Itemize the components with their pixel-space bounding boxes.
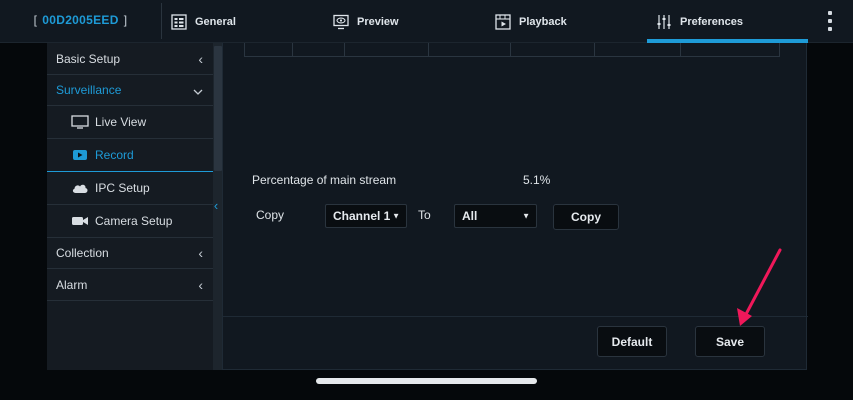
sidebar-item-ipc-setup[interactable]: IPC Setup xyxy=(47,172,213,205)
grid-cell xyxy=(344,43,428,56)
tab-preferences[interactable]: Preferences xyxy=(656,0,743,43)
tab-preferences-label: Preferences xyxy=(680,15,743,28)
grid-cell xyxy=(292,43,344,56)
footer-divider xyxy=(223,316,808,317)
tab-general-label: General xyxy=(195,15,236,28)
default-button[interactable]: Default xyxy=(597,326,667,357)
copy-to-select[interactable]: All ▼ xyxy=(454,204,537,228)
sidebar-item-label: Record xyxy=(95,148,134,162)
copy-label: Copy xyxy=(256,208,285,222)
record-icon xyxy=(71,148,89,162)
device-id-button[interactable]: [ 00D2005EED ] xyxy=(24,6,137,34)
sidebar-item-record[interactable]: Record xyxy=(47,139,213,172)
app-root: [ 00D2005EED ] General Preview Playback xyxy=(0,0,853,400)
to-label: To xyxy=(418,208,431,222)
schedule-grid-remnant xyxy=(244,43,780,57)
film-icon xyxy=(495,13,511,30)
sidebar-item-label: Surveillance xyxy=(56,83,122,97)
sidebar-item-surveillance[interactable]: Surveillance xyxy=(47,75,213,106)
divider xyxy=(161,3,162,39)
sidebar-item-label: Basic Setup xyxy=(56,51,121,66)
sidebar-item-live-view[interactable]: Live View xyxy=(47,106,213,139)
grid-cell xyxy=(680,43,780,56)
grid-cell xyxy=(510,43,594,56)
home-indicator[interactable] xyxy=(316,378,537,384)
copy-from-value: Channel 1 xyxy=(333,209,391,223)
device-id-label: 00D2005EED xyxy=(42,13,119,27)
sidebar-item-camera-setup[interactable]: Camera Setup xyxy=(47,205,213,238)
more-dot xyxy=(828,11,832,15)
grid-icon xyxy=(171,13,187,30)
more-dot xyxy=(828,27,832,31)
sidebar-scroll-thumb[interactable] xyxy=(214,46,222,171)
tab-playback-label: Playback xyxy=(519,15,567,28)
percentage-value: 5.1% xyxy=(523,173,551,187)
grid-cell xyxy=(594,43,680,56)
top-nav-bar: [ 00D2005EED ] General Preview Playback xyxy=(0,0,853,43)
percentage-label: Percentage of main stream xyxy=(252,173,397,187)
more-dot xyxy=(828,19,832,23)
record-settings-panel: Percentage of main stream 5.1% Copy Chan… xyxy=(222,43,808,370)
cloud-icon xyxy=(71,181,89,195)
chevron-left-icon: ‹ xyxy=(198,50,203,67)
sidebar-item-alarm[interactable]: Alarm ‹ xyxy=(47,269,213,301)
sidebar: Basic Setup ‹ Surveillance Live View Rec… xyxy=(47,43,213,370)
bracket-left: [ xyxy=(33,13,38,27)
video-camera-icon xyxy=(71,214,89,228)
chevron-left-icon: ‹ xyxy=(198,276,203,293)
sidebar-item-basic-setup[interactable]: Basic Setup ‹ xyxy=(47,43,213,75)
eye-monitor-icon xyxy=(333,14,349,30)
grid-cell xyxy=(244,43,292,56)
tab-preview[interactable]: Preview xyxy=(333,0,399,43)
sidebar-item-collection[interactable]: Collection ‹ xyxy=(47,238,213,269)
dropdown-caret-icon: ▼ xyxy=(522,211,530,221)
collapse-sidebar-icon[interactable]: ‹ xyxy=(211,196,221,214)
bracket-right: ] xyxy=(123,13,128,27)
sidebar-item-label: Live View xyxy=(95,115,147,129)
tab-playback[interactable]: Playback xyxy=(495,0,567,43)
sidebar-item-label: Collection xyxy=(56,246,109,260)
chevron-down-icon xyxy=(193,82,203,98)
dropdown-caret-icon: ▼ xyxy=(392,211,400,221)
sidebar-item-label: Alarm xyxy=(56,277,88,292)
tab-preview-label: Preview xyxy=(357,15,399,28)
tab-general[interactable]: General xyxy=(171,0,236,43)
copy-to-value: All xyxy=(462,209,478,223)
sliders-icon xyxy=(656,14,672,30)
copy-button[interactable]: Copy xyxy=(553,204,619,230)
chevron-left-icon: ‹ xyxy=(198,245,203,261)
more-menu-button[interactable] xyxy=(822,9,838,33)
monitor-icon xyxy=(71,115,89,129)
sidebar-item-label: Camera Setup xyxy=(95,214,173,228)
sidebar-item-label: IPC Setup xyxy=(95,181,150,195)
grid-cell xyxy=(428,43,510,56)
annotation-arrow-icon xyxy=(737,248,782,326)
copy-from-select[interactable]: Channel 1 ▼ xyxy=(325,204,407,228)
